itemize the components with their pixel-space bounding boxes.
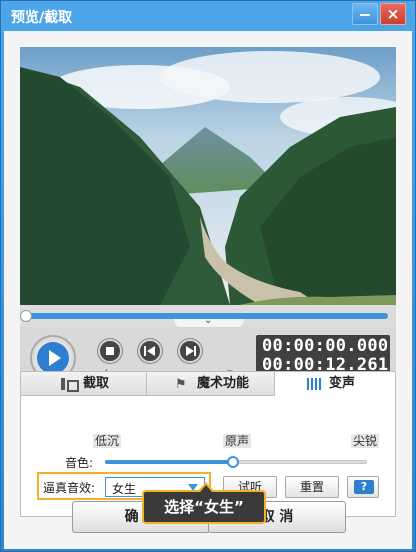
crop-icon — [61, 378, 79, 392]
seek-bar[interactable]: ⌄ — [20, 305, 396, 329]
next-frame-button[interactable] — [178, 339, 202, 363]
tab-crop[interactable]: 截取 — [21, 372, 147, 396]
chevron-down-icon: ⌄ — [204, 315, 213, 326]
previous-frame-button[interactable] — [138, 339, 162, 363]
pitch-label: 音色: — [65, 456, 94, 470]
mountain-landscape-image — [20, 47, 396, 305]
tool-tabs: 截取 魔术功能 变声 — [21, 372, 395, 397]
dialog-body: ⌄ 00:00:00.000 00:00:12.261 截取 ⚑ 魔术功能 变声… — [4, 31, 412, 549]
reset-button[interactable]: 重置 — [285, 476, 339, 498]
seek-handle[interactable] — [20, 310, 32, 322]
effect-label: 逼真音效: — [43, 481, 96, 495]
pitch-original-label: 原声 — [223, 434, 252, 448]
title-bar[interactable]: 预览/截取 × — [1, 1, 415, 31]
video-preview — [20, 47, 396, 305]
pitch-slider-fill — [105, 460, 235, 464]
voice-bars-icon — [307, 378, 321, 390]
pitch-low-label: 低沉 — [93, 434, 122, 448]
effect-select-value: 女生 — [112, 482, 137, 496]
window-title: 预览/截取 — [11, 10, 73, 26]
play-icon — [37, 342, 69, 374]
minimize-icon — [360, 14, 370, 16]
tab-magic-label: 魔术功能 — [197, 376, 250, 391]
magic-icon — [175, 373, 189, 397]
tab-voice-change-label: 变声 — [329, 376, 356, 391]
help-icon: ? — [354, 480, 374, 494]
close-icon: × — [386, 5, 400, 23]
help-button[interactable]: ? — [347, 476, 379, 498]
instruction-tooltip: 选择“女生” — [142, 482, 266, 524]
tab-crop-label: 截取 — [83, 376, 110, 391]
pitch-handle[interactable] — [227, 456, 239, 468]
current-time: 00:00:00.000 — [262, 336, 389, 356]
close-button[interactable]: × — [380, 3, 406, 25]
minimize-button[interactable] — [352, 3, 378, 25]
pitch-high-label: 尖锐 — [351, 434, 380, 448]
tab-magic[interactable]: 魔术功能 — [147, 372, 275, 397]
stop-button[interactable] — [98, 339, 122, 363]
tab-voice-change[interactable]: 变声 — [275, 372, 395, 396]
dialog-window: 预览/截取 × ⌄ 00:00:00.000 00:00:12.261 截取 ⚑… — [0, 0, 416, 552]
